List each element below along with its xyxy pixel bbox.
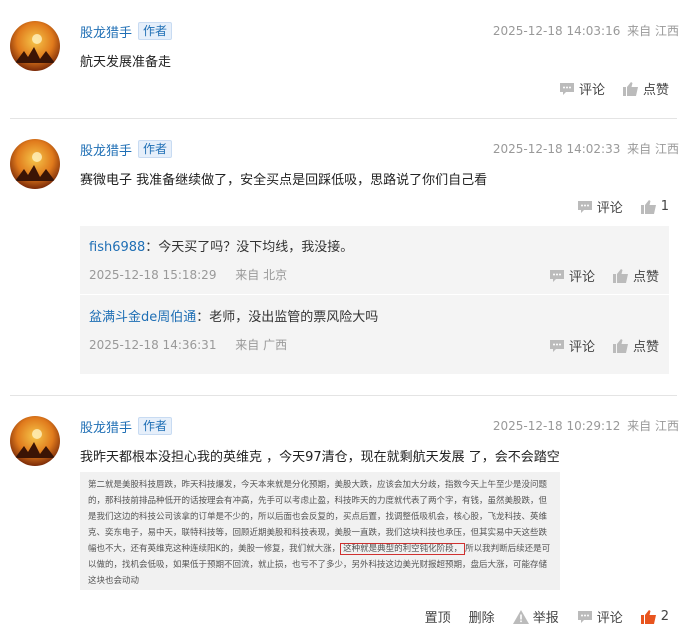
reply-username[interactable]: 盆满斗金de周伯通: [89, 310, 196, 325]
post-location: 来自 江西: [627, 24, 679, 38]
thumbs-up-icon: [622, 81, 639, 96]
post-meta: 2025-12-18 10:29:12 来自 江西: [493, 417, 679, 434]
post-meta: 2025-12-18 14:02:33 来自 江西: [493, 140, 679, 157]
comment-label: 评论: [578, 83, 605, 98]
reply-actions: 评论 点赞: [549, 336, 659, 355]
reply-text: fish6988：今天买了吗？没下均线，我没接。: [89, 236, 659, 255]
divider: [10, 118, 677, 119]
comment-button[interactable]: 评论: [577, 607, 623, 626]
post-time: 2025-12-18 14:03:16: [492, 24, 621, 38]
reply-body: ：今天买了吗？没下均线，我没接。: [145, 240, 354, 255]
delete-button[interactable]: 删除: [469, 607, 495, 626]
comment-label: 评论: [596, 201, 623, 216]
like-label: 点赞: [632, 340, 659, 355]
post-content: 航天发展准备走: [80, 55, 172, 70]
post-time: 2025-12-18 14:02:33: [492, 142, 621, 156]
reply-body: ：老师，没出监管的票风险大吗: [196, 310, 379, 325]
post-content: 赛微电子 我准备继续做了，安全买点是回踩低吸，思路说了你们自己看: [80, 173, 488, 188]
thumbs-up-icon: [640, 199, 657, 214]
avatar[interactable]: [10, 416, 60, 466]
author-badge: 作者: [138, 22, 173, 40]
post-content: 我昨天都根本没担心我的英维克 ，今天97清仓，现在就剩航天发展 了，会不会踏空: [80, 450, 560, 465]
comment-button[interactable]: 评论: [577, 197, 623, 216]
comment-button[interactable]: 评论: [549, 336, 595, 355]
like-label: 点赞: [642, 83, 669, 98]
comment-button[interactable]: 评论: [559, 79, 605, 98]
post-image[interactable]: 第二就是美股科技唇跌，昨天科技爆发，今天本来就是分化预期，美股大跌，应该会加大分…: [80, 472, 560, 590]
comment-icon: [549, 269, 565, 283]
post-username[interactable]: 股龙猎手: [80, 140, 132, 159]
post-location: 来自 江西: [627, 142, 679, 156]
like-button[interactable]: 1: [640, 199, 669, 214]
reply-item: 盆满斗金de周伯通：老师，没出监管的票风险大吗 2025-12-18 14:36…: [89, 306, 659, 355]
post-actions: 评论 1: [577, 197, 669, 216]
comment-icon: [559, 82, 575, 96]
like-count: 1: [660, 199, 669, 214]
like-button[interactable]: 点赞: [622, 79, 669, 98]
avatar[interactable]: [10, 21, 60, 71]
replies-box: fish6988：今天买了吗？没下均线，我没接。 2025-12-18 15:1…: [80, 226, 669, 374]
post-location: 来自 江西: [627, 419, 679, 433]
reply-time: 2025-12-18 15:18:29: [89, 268, 217, 282]
post-actions: 置顶 删除 举报 评论 2: [425, 607, 669, 626]
author-badge: 作者: [138, 417, 173, 435]
thumbs-up-icon: [612, 268, 629, 283]
author-badge: 作者: [138, 140, 173, 158]
report-button[interactable]: 举报: [512, 607, 559, 626]
like-label: 点赞: [632, 270, 659, 285]
reply-divider: [80, 294, 669, 295]
divider: [10, 395, 677, 396]
comment-label: 评论: [596, 611, 623, 626]
reply-meta: 2025-12-18 15:18:29 来自 北京: [89, 266, 287, 283]
comment-label: 评论: [568, 340, 595, 355]
reply-item: fish6988：今天买了吗？没下均线，我没接。 2025-12-18 15:1…: [89, 236, 659, 285]
pin-button[interactable]: 置顶: [425, 607, 451, 626]
warning-icon: [512, 609, 529, 624]
comment-button[interactable]: 评论: [549, 266, 595, 285]
post-meta: 2025-12-18 14:03:16 来自 江西: [493, 22, 679, 39]
reply-actions: 评论 点赞: [549, 266, 659, 285]
like-button[interactable]: 2: [640, 609, 669, 624]
post-username[interactable]: 股龙猎手: [80, 417, 132, 436]
like-count: 2: [660, 609, 669, 624]
reply-location: 来自 广西: [235, 338, 288, 352]
reply-text: 盆满斗金de周伯通：老师，没出监管的票风险大吗: [89, 306, 659, 325]
avatar[interactable]: [10, 139, 60, 189]
post-actions: 评论 点赞: [559, 79, 669, 98]
comment-icon: [577, 200, 593, 214]
comment-icon: [549, 339, 565, 353]
comment-icon: [577, 610, 593, 624]
image-text-highlight: 这种就是典型的利空钝化阶段，: [340, 543, 466, 555]
like-button[interactable]: 点赞: [612, 336, 659, 355]
thumbs-up-icon: [612, 338, 629, 353]
like-button[interactable]: 点赞: [612, 266, 659, 285]
post-time: 2025-12-18 10:29:12: [492, 419, 621, 433]
comment-label: 评论: [568, 270, 595, 285]
thumbs-up-icon: [640, 609, 657, 624]
reply-meta: 2025-12-18 14:36:31 来自 广西: [89, 336, 287, 353]
image-text-before: 第二就是美股科技唇跌，昨天科技爆发，今天本来就是分化预期，美股大跌，应该会加大分…: [88, 480, 548, 554]
reply-time: 2025-12-18 14:36:31: [89, 338, 217, 352]
post-username[interactable]: 股龙猎手: [80, 22, 132, 41]
reply-location: 来自 北京: [235, 268, 288, 282]
image-text: 第二就是美股科技唇跌，昨天科技爆发，今天本来就是分化预期，美股大跌，应该会加大分…: [88, 477, 552, 589]
reply-username[interactable]: fish6988: [89, 240, 145, 255]
report-label: 举报: [532, 611, 559, 626]
